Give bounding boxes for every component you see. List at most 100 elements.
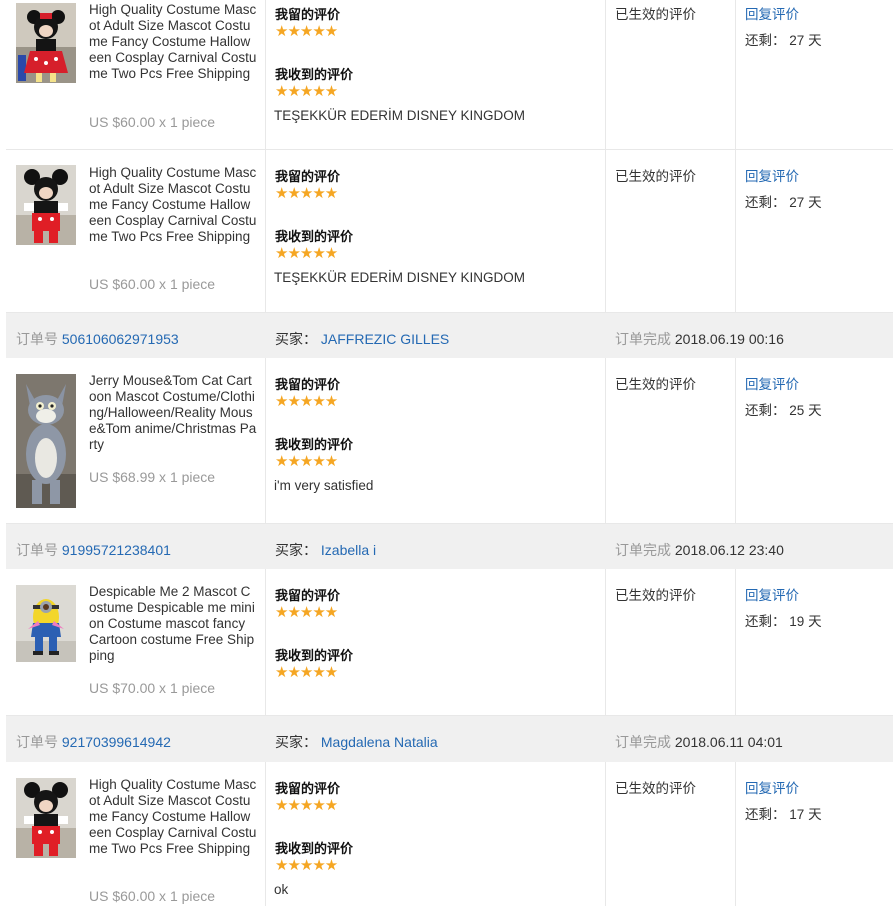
status-cell: 已生效的评价 (605, 569, 736, 715)
mickey-mascot-photo (16, 165, 76, 245)
review-cell: 我留的评价 ★★★★★ 我收到的评价 ★★★★★ (265, 569, 606, 715)
product-cell: High Quality Costume Mascot Adult Size M… (6, 762, 266, 906)
order-completed: 订单完成 2018.06.11 04:01 (615, 732, 783, 752)
status-cell: 已生效的评价 (605, 0, 736, 149)
order-number: 订单号 506106062971953 (16, 329, 179, 349)
product-price: US $70.00 x 1 piece (89, 680, 216, 696)
buyer-label: 买家： (275, 542, 317, 558)
tom-cat-mascot-photo (16, 374, 76, 508)
reply-review-link[interactable]: 回复评价 (745, 777, 799, 797)
reply-cell: 回复评价 还剩： 27 天 (735, 150, 893, 312)
order-number-label: 订单号 (16, 331, 58, 347)
buyer-label: 买家： (275, 734, 317, 750)
review-status: 已生效的评价 (615, 377, 696, 392)
product-thumbnail[interactable] (16, 374, 76, 508)
feedback-row: High Quality Costume Mascot Adult Size M… (6, 0, 893, 150)
reply-cell: 回复评价 还剩： 25 天 (735, 358, 893, 523)
product-cell: High Quality Costume Mascot Adult Size M… (6, 150, 266, 312)
received-comment: i'm very satisfied (274, 478, 374, 493)
order-completed: 订单完成 2018.06.12 23:40 (615, 540, 784, 560)
reply-review-link[interactable]: 回复评价 (745, 584, 799, 604)
reply-cell: 回复评价 还剩： 17 天 (735, 762, 893, 906)
status-cell: 已生效的评价 (605, 150, 736, 312)
product-thumbnail[interactable] (16, 165, 76, 245)
review-status: 已生效的评价 (615, 781, 696, 796)
remaining-days: 27 (789, 33, 805, 48)
remaining-unit: 天 (808, 614, 822, 629)
order-number-link[interactable]: 92170399614942 (62, 734, 171, 750)
feedback-row: High Quality Costume Mascot Adult Size M… (6, 762, 893, 906)
buyer-name-link[interactable]: JAFFREZIC GILLES (321, 331, 449, 347)
my-review-title: 我留的评价 (275, 377, 341, 392)
received-rating-stars: ★★★★★ (275, 664, 338, 681)
my-review-title: 我留的评价 (275, 169, 341, 184)
completed-label: 订单完成 (615, 734, 671, 750)
order-number-label: 订单号 (16, 734, 58, 750)
received-review-title: 我收到的评价 (275, 67, 354, 82)
product-thumbnail[interactable] (16, 3, 76, 83)
buyer-name-link[interactable]: Magdalena Natalia (321, 734, 438, 750)
reply-review-link[interactable]: 回复评价 (745, 3, 799, 23)
order-completed: 订单完成 2018.06.19 00:16 (615, 329, 784, 349)
product-name[interactable]: High Quality Costume Mascot Adult Size M… (89, 165, 257, 261)
remaining-days: 17 (789, 807, 805, 822)
days-remaining: 还剩： 25 天 (745, 399, 822, 419)
received-rating-stars: ★★★★★ (275, 857, 338, 874)
product-name[interactable]: High Quality Costume Mascot Adult Size M… (89, 2, 257, 98)
product-name[interactable]: High Quality Costume Mascot Adult Size M… (89, 777, 257, 873)
remaining-unit: 天 (808, 33, 822, 48)
reply-review-link[interactable]: 回复评价 (745, 373, 799, 393)
review-status: 已生效的评价 (615, 588, 696, 603)
product-cell: High Quality Costume Mascot Adult Size M… (6, 0, 266, 149)
order-number-link[interactable]: 91995721238401 (62, 542, 171, 558)
order-number: 订单号 92170399614942 (16, 732, 171, 752)
order-header: 订单号 92170399614942 买家： Magdalena Natalia… (6, 716, 893, 762)
remaining-unit: 天 (808, 195, 822, 210)
review-cell: 我留的评价 ★★★★★ 我收到的评价 ★★★★★ TEŞEKKÜR EDERİM… (265, 150, 606, 312)
product-name[interactable]: Despicable Me 2 Mascot Costume Despicabl… (89, 584, 257, 664)
order-number: 订单号 91995721238401 (16, 540, 171, 560)
mickey-mascot-photo (16, 778, 76, 858)
order-number-link[interactable]: 506106062971953 (62, 331, 179, 347)
received-review-title: 我收到的评价 (275, 437, 354, 452)
buyer-info: 买家： Izabella i (275, 540, 376, 560)
my-rating-stars: ★★★★★ (275, 393, 338, 410)
buyer-info: 买家： JAFFREZIC GILLES (275, 329, 449, 349)
days-remaining: 还剩： 19 天 (745, 610, 822, 630)
buyer-name-link[interactable]: Izabella i (321, 542, 376, 558)
review-cell: 我留的评价 ★★★★★ 我收到的评价 ★★★★★ TEŞEKKÜR EDERİM… (265, 0, 606, 149)
product-name[interactable]: Jerry Mouse&Tom Cat Cartoon Mascot Costu… (89, 373, 257, 453)
product-thumbnail[interactable] (16, 778, 76, 858)
status-cell: 已生效的评价 (605, 762, 736, 906)
feedback-row: High Quality Costume Mascot Adult Size M… (6, 150, 893, 313)
product-price: US $60.00 x 1 piece (89, 888, 216, 904)
received-rating-stars: ★★★★★ (275, 83, 338, 100)
my-review-title: 我留的评价 (275, 7, 341, 22)
order-header: 订单号 91995721238401 买家： Izabella i 订单完成 2… (6, 524, 893, 569)
remaining-prefix: 还剩： (745, 807, 786, 822)
product-thumbnail[interactable] (16, 585, 76, 662)
product-price: US $68.99 x 1 piece (89, 469, 216, 485)
completed-time: 2018.06.12 23:40 (674, 542, 784, 558)
review-status: 已生效的评价 (615, 7, 696, 22)
days-remaining: 还剩： 27 天 (745, 191, 822, 211)
product-cell: Jerry Mouse&Tom Cat Cartoon Mascot Costu… (6, 358, 266, 523)
review-cell: 我留的评价 ★★★★★ 我收到的评价 ★★★★★ i'm very satisf… (265, 358, 606, 523)
remaining-prefix: 还剩： (745, 195, 786, 210)
remaining-prefix: 还剩： (745, 614, 786, 629)
received-comment: TEŞEKKÜR EDERİM DISNEY KINGDOM (274, 108, 526, 123)
reply-cell: 回复评价 还剩： 27 天 (735, 0, 893, 149)
received-review-title: 我收到的评价 (275, 841, 354, 856)
completed-time: 2018.06.19 00:16 (674, 331, 784, 347)
reply-review-link[interactable]: 回复评价 (745, 165, 799, 185)
my-rating-stars: ★★★★★ (275, 23, 338, 40)
feedback-row: Jerry Mouse&Tom Cat Cartoon Mascot Costu… (6, 358, 893, 524)
remaining-unit: 天 (808, 403, 822, 418)
completed-label: 订单完成 (615, 542, 671, 558)
my-rating-stars: ★★★★★ (275, 185, 338, 202)
status-cell: 已生效的评价 (605, 358, 736, 523)
review-status: 已生效的评价 (615, 169, 696, 184)
received-comment: TEŞEKKÜR EDERİM DISNEY KINGDOM (274, 270, 526, 285)
my-rating-stars: ★★★★★ (275, 797, 338, 814)
received-rating-stars: ★★★★★ (275, 245, 338, 262)
